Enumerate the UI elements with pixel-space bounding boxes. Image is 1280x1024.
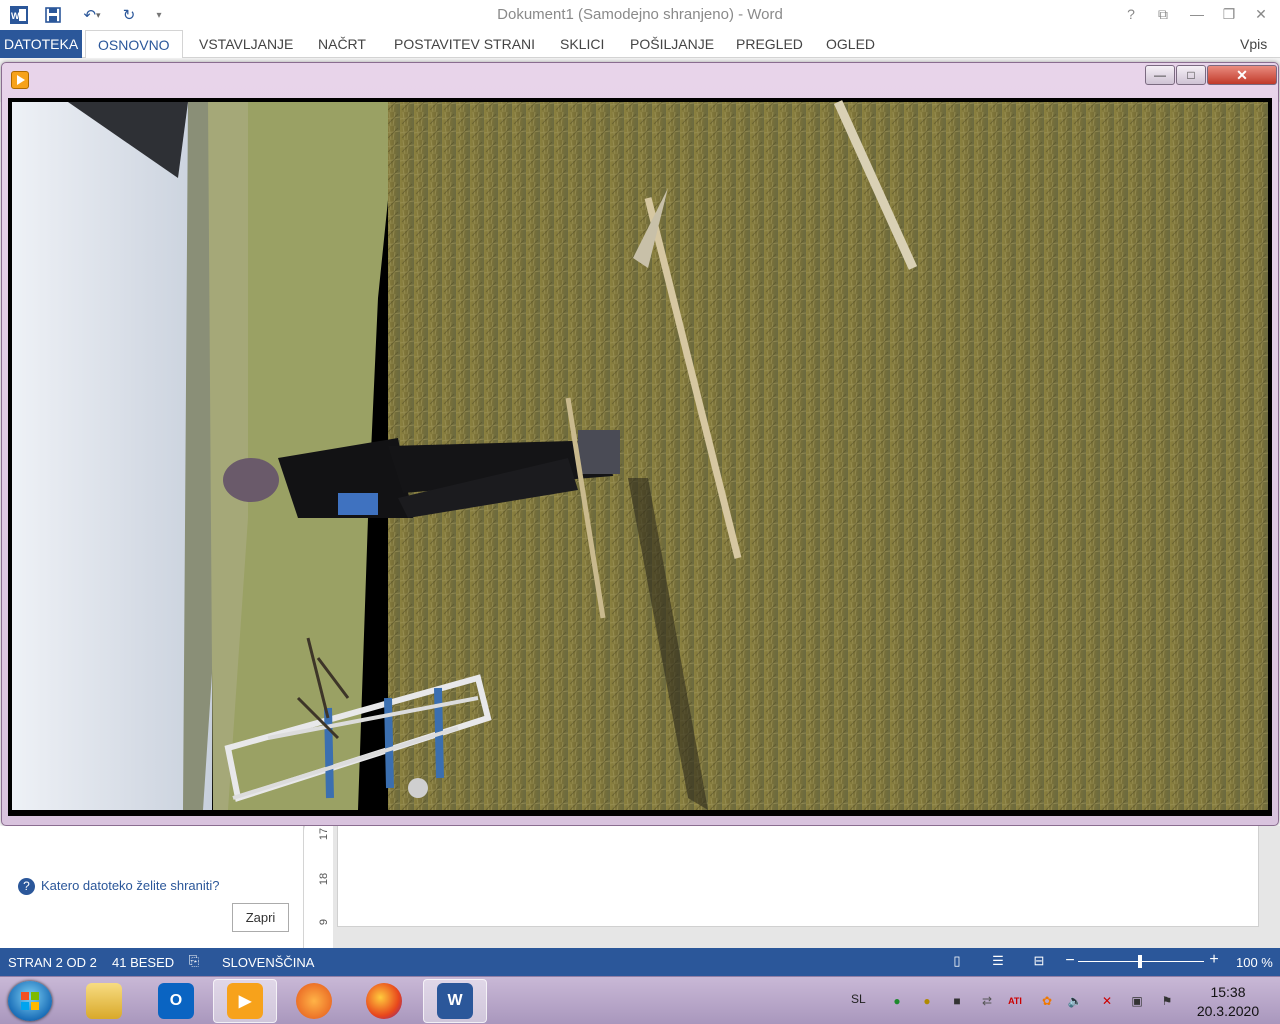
document-page[interactable] [337,826,1259,927]
window-title: Dokument1 (Samodejno shranjeno) - Word [497,6,783,23]
restore-button[interactable]: ❐ [1216,3,1242,25]
zoom-slider-thumb[interactable] [1138,955,1142,968]
taskbar-word[interactable]: W [423,979,487,1023]
status-bar: STRAN 2 OD 2 41 BESED ⎘ SLOVENŠČINA ▯ ☰ … [0,948,1280,976]
folder-icon [86,983,122,1019]
tab-file[interactable]: DATOTEKA [0,30,82,58]
vertical-ruler: 17 18 9 [305,826,333,948]
player-maximize-button[interactable]: □ [1176,65,1206,85]
ruler-number: 9 [318,918,330,926]
ati-icon[interactable]: ATI [1006,992,1024,1010]
clock-date: 20.3.2020 [1196,1003,1260,1019]
video-player-icon: ▶ [227,983,263,1019]
save-question-text[interactable]: Katero datoteko želite shraniti? [41,878,220,893]
tab-home[interactable]: OSNOVNO [85,30,183,59]
tab-page-layout[interactable]: POSTAVITEV STRANI [382,30,547,58]
tray-app-dark-icon[interactable]: ■ [948,992,966,1010]
print-layout-icon[interactable]: ☰ [989,953,1007,969]
document-recovery-pane: ? Katero datoteko želite shraniti? Zapri [0,826,304,948]
muted-speaker-icon[interactable]: ✕ [1098,992,1116,1010]
close-pane-button[interactable]: Zapri [232,903,289,932]
video-player-app-icon [11,71,29,89]
help-button[interactable]: ? [1118,3,1144,25]
taskbar-file-explorer[interactable] [72,979,136,1023]
taskbar-media-app[interactable] [282,979,346,1023]
ribbon-tabs: DATOTEKA OSNOVNO VSTAVLJANJE NAČRT POSTA… [0,30,1280,59]
ruler-number: 17 [318,827,330,841]
ribbon-display-options-icon[interactable]: ⧉ [1150,3,1176,25]
speaker-icon[interactable]: 🔈 [1066,992,1084,1010]
read-mode-icon[interactable]: ▯ [948,953,966,969]
tray-app-green-icon[interactable]: ● [888,992,906,1010]
video-image [8,98,1272,816]
clock-time: 15:38 [1210,984,1246,1000]
page-count[interactable]: STRAN 2 OD 2 [8,955,97,970]
outlook-icon: O [158,983,194,1019]
avast-icon[interactable]: ✿ [1038,992,1056,1010]
taskbar-outlook[interactable]: O [144,979,208,1023]
video-player-window[interactable]: — □ ✕ [1,62,1279,826]
zoom-level[interactable]: 100 % [1236,955,1273,970]
tab-review[interactable]: PREGLED [724,30,815,58]
media-app-icon [296,983,332,1019]
player-close-button[interactable]: ✕ [1207,65,1277,85]
player-minimize-button[interactable]: — [1145,65,1175,85]
zoom-out-icon[interactable]: − [1061,952,1079,969]
save-question[interactable]: ? Katero datoteko želite shraniti? [18,878,220,896]
close-button[interactable]: ✕ [1248,3,1274,25]
taskbar-firefox[interactable] [352,979,416,1023]
help-circle-icon: ? [18,878,35,896]
tab-references[interactable]: SKLICI [548,30,616,58]
web-layout-icon[interactable]: ⊟ [1030,953,1048,969]
firefox-icon [366,983,402,1019]
action-center-flag-icon[interactable]: ⚑ [1158,992,1176,1010]
network-icon[interactable]: ▣ [1128,992,1146,1010]
system-clock[interactable]: 15:38 20.3.2020 [1190,983,1266,1021]
language-indicator[interactable]: SLOVENŠČINA [222,955,314,970]
zoom-in-icon[interactable]: + [1205,951,1223,968]
word-count[interactable]: 41 BESED [112,955,174,970]
tray-network-adapter-icon[interactable]: ⇄ [978,992,996,1010]
sign-in-link[interactable]: Vpis [1240,30,1267,58]
taskbar-video-player[interactable]: ▶ [213,979,277,1023]
word-icon: W [437,983,473,1019]
video-frame[interactable] [8,98,1272,816]
document-canvas [333,826,1280,948]
ruler-number: 18 [318,872,330,886]
taskbar: O ▶ W SL ● ● ■ ⇄ ATI ✿ 🔈 ✕ ▣ ⚑ 15:38 20.… [0,976,1280,1024]
minimize-button[interactable]: — [1184,3,1210,25]
input-language[interactable]: SL [851,992,866,1006]
tab-view[interactable]: OGLED [814,30,887,58]
tab-insert[interactable]: VSTAVLJANJE [187,30,305,58]
tab-design[interactable]: NAČRT [306,30,378,58]
start-button[interactable] [8,981,52,1021]
title-bar: W ↶ ▾ ↻ ▾ Dokument1 (Samodejno shranjeno)… [0,0,1280,30]
tab-mailings[interactable]: POŠILJANJE [618,30,726,58]
tray-app-yellow-icon[interactable]: ● [918,992,936,1010]
proofing-icon[interactable]: ⎘ [185,953,203,969]
